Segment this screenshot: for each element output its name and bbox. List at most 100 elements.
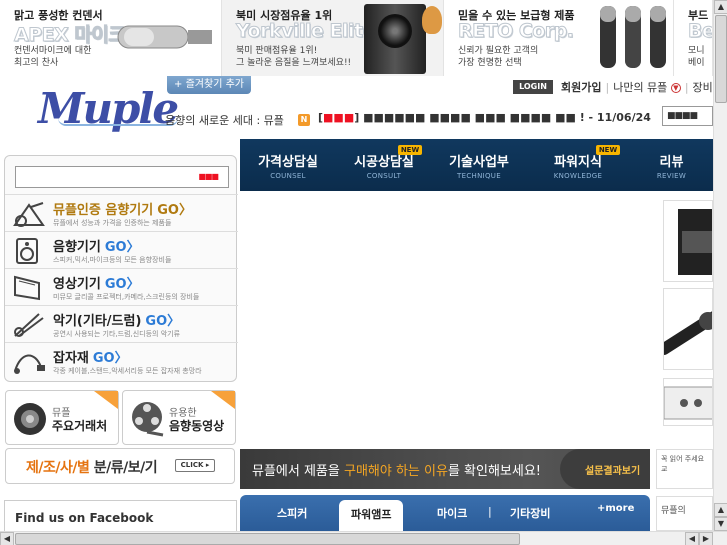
nav-knowledge[interactable]: NEW 파워지식 KNOWLEDGE <box>526 139 630 191</box>
quick-large-label: 음향동영상 <box>169 419 225 433</box>
site-logo[interactable]: Muple <box>38 84 179 133</box>
add-favorite-button[interactable]: + 즐겨찾기 추가 <box>167 76 251 94</box>
nav-consult[interactable]: NEW 시공상담실 CONSULT <box>336 139 432 191</box>
my-muple-link[interactable]: 나만의 뮤플 <box>613 81 667 94</box>
product-thumb-speaker[interactable] <box>663 200 713 282</box>
site-tagline: 음향의 새로운 세대 : 뮤플 <box>165 114 284 127</box>
banner-headline: Be <box>687 20 713 43</box>
logo-swoosh <box>58 118 178 126</box>
speaker-icon <box>14 403 46 435</box>
tab-mic[interactable]: 마이크 <box>437 505 467 521</box>
useful-videos-button[interactable]: 유용한 음향동영상 <box>122 390 236 445</box>
maker-label: 제/조/사/별 분/류/보/기 <box>26 460 158 476</box>
banner-yorkville[interactable]: 북미 시장점유율 1위 Yorkville Elite 북미 판매점유율 1위!… <box>222 0 444 76</box>
speaker-icon <box>16 238 38 264</box>
tab-power-amp[interactable]: 파워앰프 <box>339 500 404 531</box>
banner-desc: 북미 판매점유율 1위! 그 놀라운 음질을 느껴보세요!! <box>236 46 352 68</box>
speaker-icon <box>364 4 426 74</box>
ribbon-corner <box>94 391 118 409</box>
scroll-thumb-horizontal[interactable] <box>15 533 520 545</box>
product-thumb-mic[interactable] <box>663 288 713 370</box>
chevron-down-icon[interactable]: ▼ <box>670 83 681 93</box>
scroll-down-icon[interactable]: ▼ <box>714 517 727 531</box>
signup-link[interactable]: 회원가입 <box>561 81 601 94</box>
category-title: 악기(기타/드럼) GO〉 <box>53 314 181 329</box>
amplifier-icon <box>664 386 712 420</box>
promo-text: 뮤플에서 제품을 구매해야 하는 이유를 확인해보세요! <box>252 464 542 479</box>
new-badge: NEW <box>398 145 422 155</box>
new-badge: NEW <box>596 145 620 155</box>
browser-viewport: 맑고 풍성한 컨덴서 APEX 마이크 컨덴서마이크에 대한 최고의 찬사 북미 … <box>0 0 727 545</box>
scroll-right-icon[interactable]: ▶ <box>699 532 713 545</box>
major-partners-button[interactable]: 뮤플 주요거래처 <box>5 390 119 445</box>
banner-desc: 모니 베이 <box>688 46 705 68</box>
product-tabs: 스피커 파워앰프 마이크 | 기타장비 +more <box>240 495 650 531</box>
horizontal-scrollbar[interactable]: ◀ ◀ ▶ <box>0 531 727 545</box>
scroll-left-icon-right[interactable]: ◀ <box>685 532 699 545</box>
category-accessories[interactable]: 잡자재 GO〉 각종 케이블,스탠드,악세서리등 모든 잡자재 총망라 <box>5 342 238 379</box>
category-title: 뮤플인증 음향기기 GO〉 <box>53 203 192 218</box>
banner-reto[interactable]: 믿을 수 있는 보급형 제품 RETO Corp. 신뢰가 필요한 고객의 가장 … <box>444 0 674 76</box>
header-search-input[interactable]: ■■■■ <box>662 106 713 126</box>
news-ticker[interactable]: [■■■] ■■■■■■ ■■■■ ■■■ ■■■■ ■■ ! - 11/06/… <box>318 111 651 124</box>
certified-gear-icon <box>13 202 45 227</box>
banner-headline: RETO Corp. <box>458 20 575 43</box>
main-nav: 가격상담실 COUNSEL NEW 시공상담실 CONSULT 기술사업부 TECHN… <box>240 139 713 191</box>
tab-other-equipment[interactable]: 기타장비 <box>510 505 550 521</box>
category-instruments[interactable]: 악기(기타/드럼) GO〉 공연시 사용되는 기타,드럼,신디등의 악기류 <box>5 305 238 342</box>
scroll-up-icon[interactable]: ▲ <box>714 0 727 14</box>
speaker-icon <box>678 209 712 275</box>
scroll-thumb[interactable] <box>715 15 727 103</box>
banner-desc: 컨덴서마이크에 대한 최고의 찬사 <box>14 46 92 68</box>
category-desc: 각종 케이블,스탠드,악세서리등 모든 잡자재 총망라 <box>53 367 202 375</box>
vertical-scrollbar[interactable]: ▲ ▲ ▼ <box>713 0 727 531</box>
category-title: 잡자재 GO〉 <box>53 351 128 366</box>
category-video[interactable]: 영상기기 GO〉 미뮤모 글리콜 프로젝터,카메라,스크린등의 장비들 <box>5 268 238 305</box>
banner-apex[interactable]: 맑고 풍성한 컨덴서 APEX 마이크 컨덴서마이크에 대한 최고의 찬사 <box>0 0 222 76</box>
notice-box-2[interactable]: 뮤플의 <box>656 496 713 531</box>
category-desc: 공연시 사용되는 기타,드럼,신디등의 악기류 <box>53 330 181 338</box>
banner-headline: Yorkville Elite <box>236 20 376 43</box>
notice-box[interactable]: 꼭 읽어 주세요 교 <box>656 449 713 489</box>
nav-technique[interactable]: 기술사업부 TECHNIQUE <box>432 139 526 191</box>
category-search-input[interactable]: ■■■ <box>15 166 229 188</box>
rss-icon[interactable]: N <box>298 114 310 126</box>
why-buy-banner[interactable]: 뮤플에서 제품을 구매해야 하는 이유를 확인해보세요! 설문결과보기 <box>240 449 650 489</box>
nav-counsel[interactable]: 가격상담실 COUNSEL <box>240 139 336 191</box>
browse-by-maker[interactable]: 제/조/사/별 분/류/보/기 CLICK ▸ <box>5 448 235 484</box>
ribbon-corner <box>211 391 235 409</box>
scroll-up-icon-bottom[interactable]: ▲ <box>714 503 727 517</box>
nav-review[interactable]: 리뷰 REVIEW <box>630 139 713 191</box>
top-links: 회원가입 | 나만의 뮤플 ▼ | 장비가 <box>561 81 723 94</box>
category-audio[interactable]: 음향기기 GO〉 스피커,믹서,마이크등의 모든 음향장비들 <box>5 231 238 268</box>
banner-desc: 신뢰가 필요한 고객의 가장 현명한 선택 <box>458 46 539 68</box>
category-title: 영상기기 GO〉 <box>53 277 140 292</box>
category-desc: 뮤플에서 성능과 가격을 인증하는 제품들 <box>53 219 172 227</box>
tab-separator: | <box>488 505 492 518</box>
facebook-title: Find us on Facebook <box>15 511 154 525</box>
product-thumb-amp[interactable] <box>663 378 713 426</box>
category-desc: 미뮤모 글리콜 프로젝터,카메라,스크린등의 장비들 <box>53 293 200 301</box>
category-title: 음향기기 GO〉 <box>53 240 140 255</box>
guitar-keyboard-icon <box>14 313 44 337</box>
cable-icon <box>14 354 45 374</box>
award-badge-icon <box>422 6 442 34</box>
handheld-mics-icon <box>600 6 666 68</box>
banner-partial[interactable]: 부드 Be 모니 베이 <box>674 0 713 76</box>
banner-headline: APEX 마이크 <box>13 24 126 47</box>
quick-large-label: 주요거래처 <box>52 419 108 433</box>
facebook-box: Find us on Facebook <box>4 500 237 531</box>
scroll-left-icon[interactable]: ◀ <box>0 532 14 545</box>
category-panel: ■■■ 뮤플인증 음향기기 GO〉 뮤플에서 성능과 가격을 인증하는 제품들 음… <box>4 155 238 382</box>
category-certified[interactable]: 뮤플인증 음향기기 GO〉 뮤플에서 성능과 가격을 인증하는 제품들 <box>5 194 238 231</box>
top-banner-strip: 맑고 풍성한 컨덴서 APEX 마이크 컨덴서마이크에 대한 최고의 찬사 북미 … <box>0 0 713 76</box>
more-link[interactable]: +more <box>597 503 634 514</box>
tab-speaker[interactable]: 스피커 <box>277 505 307 521</box>
login-button[interactable]: LOGIN <box>513 80 553 94</box>
click-button[interactable]: CLICK ▸ <box>175 459 215 472</box>
category-desc: 스피커,믹서,마이크등의 모든 음향장비들 <box>53 256 172 264</box>
condenser-mic-icon <box>117 25 212 49</box>
projector-screen-icon <box>14 275 40 301</box>
survey-result-link[interactable]: 설문결과보기 <box>585 462 640 477</box>
film-reel-icon <box>132 402 164 437</box>
